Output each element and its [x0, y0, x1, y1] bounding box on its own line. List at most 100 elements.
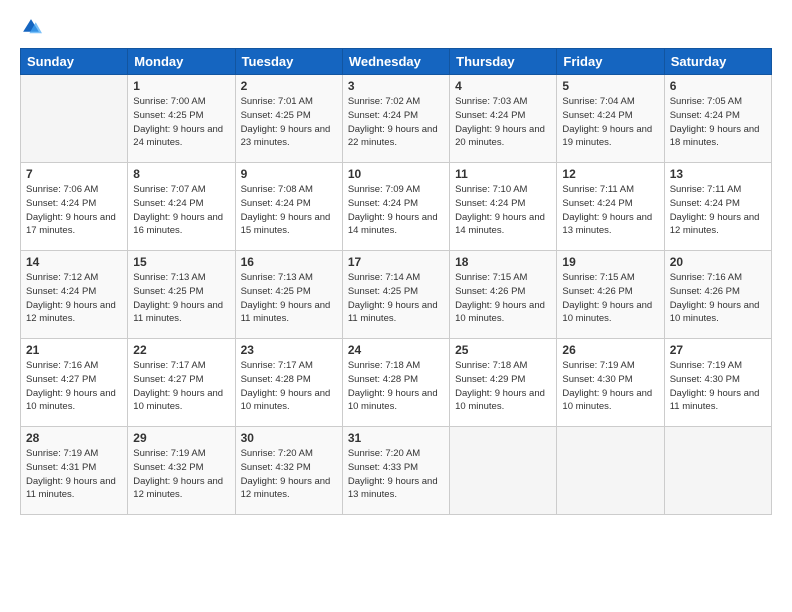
day-detail: Sunrise: 7:06 AMSunset: 4:24 PMDaylight:… [26, 183, 122, 238]
day-cell [664, 427, 771, 515]
day-detail: Sunrise: 7:02 AMSunset: 4:24 PMDaylight:… [348, 95, 444, 150]
day-detail: Sunrise: 7:05 AMSunset: 4:24 PMDaylight:… [670, 95, 766, 150]
day-number: 14 [26, 255, 122, 269]
day-detail: Sunrise: 7:14 AMSunset: 4:25 PMDaylight:… [348, 271, 444, 326]
day-detail: Sunrise: 7:18 AMSunset: 4:28 PMDaylight:… [348, 359, 444, 414]
day-cell: 25 Sunrise: 7:18 AMSunset: 4:29 PMDayligh… [450, 339, 557, 427]
day-number: 3 [348, 79, 444, 93]
weekday-header-thursday: Thursday [450, 49, 557, 75]
day-cell: 3 Sunrise: 7:02 AMSunset: 4:24 PMDaylight… [342, 75, 449, 163]
day-cell: 1 Sunrise: 7:00 AMSunset: 4:25 PMDaylight… [128, 75, 235, 163]
logo [20, 16, 46, 38]
weekday-header-row: SundayMondayTuesdayWednesdayThursdayFrid… [21, 49, 772, 75]
day-detail: Sunrise: 7:00 AMSunset: 4:25 PMDaylight:… [133, 95, 229, 150]
day-number: 18 [455, 255, 551, 269]
day-number: 19 [562, 255, 658, 269]
day-number: 4 [455, 79, 551, 93]
day-detail: Sunrise: 7:15 AMSunset: 4:26 PMDaylight:… [455, 271, 551, 326]
day-cell: 10 Sunrise: 7:09 AMSunset: 4:24 PMDayligh… [342, 163, 449, 251]
week-row-5: 28 Sunrise: 7:19 AMSunset: 4:31 PMDayligh… [21, 427, 772, 515]
day-cell: 19 Sunrise: 7:15 AMSunset: 4:26 PMDayligh… [557, 251, 664, 339]
day-detail: Sunrise: 7:19 AMSunset: 4:32 PMDaylight:… [133, 447, 229, 502]
day-number: 9 [241, 167, 337, 181]
day-detail: Sunrise: 7:11 AMSunset: 4:24 PMDaylight:… [562, 183, 658, 238]
logo-icon [20, 16, 42, 38]
day-cell: 28 Sunrise: 7:19 AMSunset: 4:31 PMDayligh… [21, 427, 128, 515]
week-row-2: 7Sunrise: 7:06 AMSunset: 4:24 PMDaylight… [21, 163, 772, 251]
weekday-header-monday: Monday [128, 49, 235, 75]
day-cell: 17 Sunrise: 7:14 AMSunset: 4:25 PMDayligh… [342, 251, 449, 339]
day-number: 13 [670, 167, 766, 181]
day-number: 2 [241, 79, 337, 93]
day-detail: Sunrise: 7:20 AMSunset: 4:32 PMDaylight:… [241, 447, 337, 502]
week-row-1: 1 Sunrise: 7:00 AMSunset: 4:25 PMDaylight… [21, 75, 772, 163]
day-number: 6 [670, 79, 766, 93]
day-detail: Sunrise: 7:13 AMSunset: 4:25 PMDaylight:… [133, 271, 229, 326]
day-number: 20 [670, 255, 766, 269]
day-detail: Sunrise: 7:20 AMSunset: 4:33 PMDaylight:… [348, 447, 444, 502]
day-cell: 16 Sunrise: 7:13 AMSunset: 4:25 PMDayligh… [235, 251, 342, 339]
day-cell: 29Sunrise: 7:19 AMSunset: 4:32 PMDayligh… [128, 427, 235, 515]
day-detail: Sunrise: 7:19 AMSunset: 4:30 PMDaylight:… [670, 359, 766, 414]
weekday-header-wednesday: Wednesday [342, 49, 449, 75]
day-cell: 14Sunrise: 7:12 AMSunset: 4:24 PMDayligh… [21, 251, 128, 339]
day-cell: 2 Sunrise: 7:01 AMSunset: 4:25 PMDaylight… [235, 75, 342, 163]
day-number: 26 [562, 343, 658, 357]
day-detail: Sunrise: 7:08 AMSunset: 4:24 PMDaylight:… [241, 183, 337, 238]
day-cell: 30 Sunrise: 7:20 AMSunset: 4:32 PMDayligh… [235, 427, 342, 515]
day-detail: Sunrise: 7:17 AMSunset: 4:28 PMDaylight:… [241, 359, 337, 414]
day-number: 22 [133, 343, 229, 357]
day-cell: 21 Sunrise: 7:16 AMSunset: 4:27 PMDayligh… [21, 339, 128, 427]
day-cell [450, 427, 557, 515]
day-cell: 13 Sunrise: 7:11 AMSunset: 4:24 PMDayligh… [664, 163, 771, 251]
day-detail: Sunrise: 7:09 AMSunset: 4:24 PMDaylight:… [348, 183, 444, 238]
day-number: 31 [348, 431, 444, 445]
day-number: 30 [241, 431, 337, 445]
day-cell: 23Sunrise: 7:17 AMSunset: 4:28 PMDayligh… [235, 339, 342, 427]
day-detail: Sunrise: 7:16 AMSunset: 4:27 PMDaylight:… [26, 359, 122, 414]
day-detail: Sunrise: 7:18 AMSunset: 4:29 PMDaylight:… [455, 359, 551, 414]
day-cell: 7Sunrise: 7:06 AMSunset: 4:24 PMDaylight… [21, 163, 128, 251]
day-detail: Sunrise: 7:16 AMSunset: 4:26 PMDaylight:… [670, 271, 766, 326]
day-cell [557, 427, 664, 515]
day-cell: 27 Sunrise: 7:19 AMSunset: 4:30 PMDayligh… [664, 339, 771, 427]
weekday-header-sunday: Sunday [21, 49, 128, 75]
day-cell: 24 Sunrise: 7:18 AMSunset: 4:28 PMDayligh… [342, 339, 449, 427]
day-cell: 22Sunrise: 7:17 AMSunset: 4:27 PMDayligh… [128, 339, 235, 427]
weekday-header-saturday: Saturday [664, 49, 771, 75]
day-cell: 15Sunrise: 7:13 AMSunset: 4:25 PMDayligh… [128, 251, 235, 339]
day-cell: 5Sunrise: 7:04 AMSunset: 4:24 PMDaylight… [557, 75, 664, 163]
day-detail: Sunrise: 7:11 AMSunset: 4:24 PMDaylight:… [670, 183, 766, 238]
day-cell: 11 Sunrise: 7:10 AMSunset: 4:24 PMDayligh… [450, 163, 557, 251]
day-number: 11 [455, 167, 551, 181]
day-cell: 31 Sunrise: 7:20 AMSunset: 4:33 PMDayligh… [342, 427, 449, 515]
day-detail: Sunrise: 7:13 AMSunset: 4:25 PMDaylight:… [241, 271, 337, 326]
day-number: 10 [348, 167, 444, 181]
day-detail: Sunrise: 7:04 AMSunset: 4:24 PMDaylight:… [562, 95, 658, 150]
day-cell: 20 Sunrise: 7:16 AMSunset: 4:26 PMDayligh… [664, 251, 771, 339]
day-cell: 9 Sunrise: 7:08 AMSunset: 4:24 PMDaylight… [235, 163, 342, 251]
day-detail: Sunrise: 7:01 AMSunset: 4:25 PMDaylight:… [241, 95, 337, 150]
day-number: 25 [455, 343, 551, 357]
day-number: 21 [26, 343, 122, 357]
day-cell: 12 Sunrise: 7:11 AMSunset: 4:24 PMDayligh… [557, 163, 664, 251]
day-number: 24 [348, 343, 444, 357]
day-number: 28 [26, 431, 122, 445]
day-detail: Sunrise: 7:07 AMSunset: 4:24 PMDaylight:… [133, 183, 229, 238]
day-cell: 18 Sunrise: 7:15 AMSunset: 4:26 PMDayligh… [450, 251, 557, 339]
day-detail: Sunrise: 7:15 AMSunset: 4:26 PMDaylight:… [562, 271, 658, 326]
day-detail: Sunrise: 7:10 AMSunset: 4:24 PMDaylight:… [455, 183, 551, 238]
day-detail: Sunrise: 7:19 AMSunset: 4:31 PMDaylight:… [26, 447, 122, 502]
header [20, 16, 772, 38]
day-number: 27 [670, 343, 766, 357]
day-number: 17 [348, 255, 444, 269]
day-number: 16 [241, 255, 337, 269]
day-detail: Sunrise: 7:19 AMSunset: 4:30 PMDaylight:… [562, 359, 658, 414]
weekday-header-tuesday: Tuesday [235, 49, 342, 75]
day-number: 12 [562, 167, 658, 181]
day-number: 1 [133, 79, 229, 93]
week-row-4: 21 Sunrise: 7:16 AMSunset: 4:27 PMDayligh… [21, 339, 772, 427]
day-detail: Sunrise: 7:03 AMSunset: 4:24 PMDaylight:… [455, 95, 551, 150]
calendar: SundayMondayTuesdayWednesdayThursdayFrid… [20, 48, 772, 515]
day-number: 8 [133, 167, 229, 181]
